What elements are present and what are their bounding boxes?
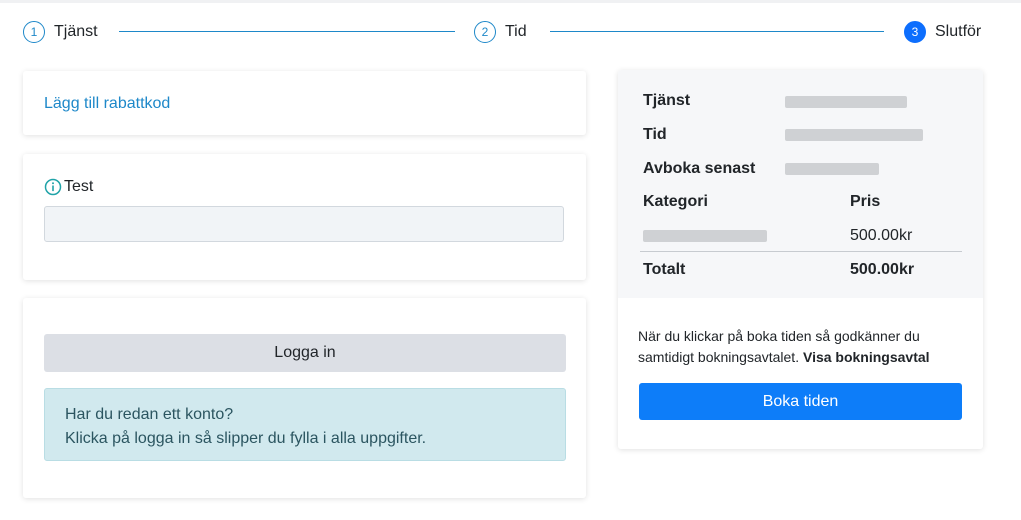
step-connector-2 [550,31,884,32]
book-button[interactable]: Boka tiden [639,383,962,420]
service-label: Tjänst [643,92,691,109]
step-service[interactable]: 1 Tjänst [23,19,98,45]
step-number-2: 2 [474,21,496,43]
step-finish[interactable]: 3 Slutför [904,19,981,45]
login-info-line-1: Har du redan ett konto? [65,406,234,423]
total-label: Totalt [643,261,686,278]
info-icon [44,178,62,196]
cancel-deadline-value-redacted [785,163,879,175]
test-field-label: Test [64,178,94,195]
login-info-line-2: Klicka på logga in så slipper du fylla i… [65,430,427,447]
item-price: 500.00kr [850,227,913,244]
field-label-row: Test [44,178,93,196]
booking-summary-card: Tjänst Tid Avboka senast Kategori Pris 5… [618,70,983,449]
category-value-redacted [643,230,767,242]
step-label-finish: Slutför [935,23,982,40]
discount-card: Lägg till rabattkod [23,71,586,135]
step-label-service: Tjänst [54,23,98,40]
test-input[interactable] [44,206,564,242]
service-value-redacted [785,96,907,108]
step-connector-1 [119,31,455,32]
view-agreement-link[interactable]: Visa bokningsavtal [803,349,930,365]
category-header: Kategori [643,193,708,210]
time-label: Tid [643,126,667,143]
step-label-time: Tid [505,23,527,40]
step-number-1: 1 [23,21,45,43]
login-button[interactable]: Logga in [44,334,566,372]
cancel-deadline-label: Avboka senast [643,160,756,177]
add-discount-code-link[interactable]: Lägg till rabattkod [44,95,170,113]
terms-notice: När du klickar på boka tiden så godkänne… [638,326,968,368]
total-price: 500.00kr [850,261,915,278]
summary-details: Tjänst Tid Avboka senast Kategori Pris 5… [618,70,983,298]
summary-divider [640,251,962,252]
step-time[interactable]: 2 Tid [474,19,527,45]
top-border [0,0,1021,3]
step-number-3: 3 [904,21,926,43]
price-header: Pris [850,193,881,210]
progress-stepper: 1 Tjänst 2 Tid 3 Slutför [23,19,985,45]
time-value-redacted [785,129,923,141]
login-card: Logga in Har du redan ett konto? Klicka … [23,298,586,498]
custom-field-card: Test [23,154,586,280]
login-info-box: Har du redan ett konto? Klicka på logga … [44,388,566,461]
